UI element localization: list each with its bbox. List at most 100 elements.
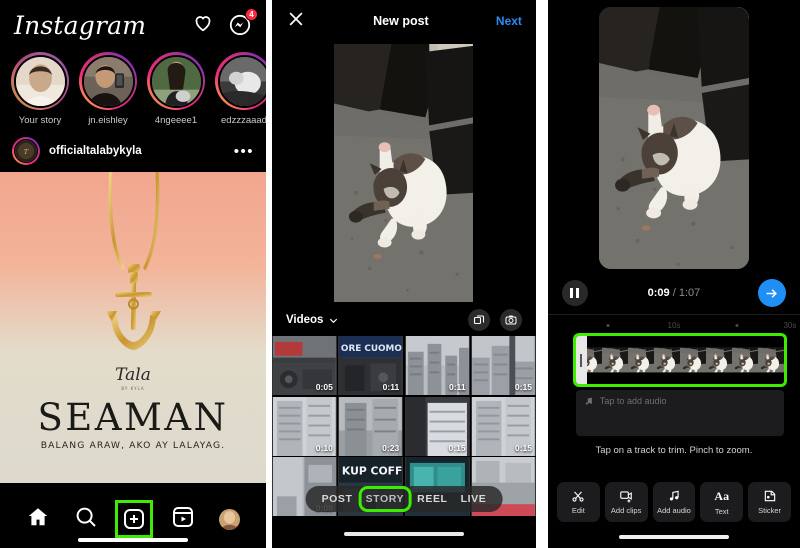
ruler-label-10s: 10s <box>667 321 681 330</box>
story-ring <box>147 52 205 110</box>
post-menu-icon[interactable]: ••• <box>234 144 254 159</box>
tool-add-clips[interactable]: Add clips <box>604 482 648 522</box>
thumbnail-cell[interactable]: 0:05 <box>271 336 337 395</box>
multiselect-icon[interactable] <box>467 309 490 331</box>
new-post-header: New post Next <box>272 0 536 42</box>
post-header: officialtalabykyla ••• <box>0 130 266 172</box>
time-separator: / <box>672 287 676 299</box>
story-item-1[interactable]: jn.eishley <box>78 52 138 126</box>
total-time: 1:07 <box>678 287 701 299</box>
mode-post[interactable]: POST <box>322 493 353 505</box>
story-label: edzzzaaad <box>221 115 266 126</box>
tool-label: Add audio <box>657 506 691 515</box>
tool-add-audio[interactable]: Add audio <box>652 482 696 522</box>
nav-reels-icon[interactable] <box>171 505 195 534</box>
avatar[interactable] <box>12 137 40 165</box>
bottom-navigation <box>0 490 266 548</box>
album-filter[interactable]: Videos <box>286 314 340 326</box>
add-clips-icon <box>620 491 632 503</box>
editor-toolbar: Edit Add clips Add audio Aa Text Sticker <box>548 482 800 522</box>
heart-icon[interactable] <box>192 12 214 39</box>
thumbnail-cell[interactable]: 0:15 <box>404 396 470 456</box>
header-actions: 4 <box>192 8 258 39</box>
duration-label: 0:23 <box>382 442 400 453</box>
sticker-icon <box>764 490 775 502</box>
story-ring <box>79 52 137 110</box>
panel-new-post: New post Next Videos 0:05 0:11 0:11 0:15… <box>271 0 536 548</box>
stories-tray[interactable]: Your story jn.eishley 4ngeeee1 edzzzaaad <box>0 46 266 130</box>
chevron-down-icon <box>330 318 338 323</box>
home-indicator <box>343 532 464 536</box>
story-item-3[interactable]: edzzzaaad <box>214 52 266 126</box>
story-item-2[interactable]: 4ngeeee1 <box>146 52 206 126</box>
tool-edit[interactable]: Edit <box>556 482 600 522</box>
page-title: New post <box>373 14 429 28</box>
panel-instagram-feed: Instagram 4 Your story jn.eishley 4ngeee… <box>0 0 266 548</box>
panel-story-editor: 0:09 / 1:07 10s 30s Tap to add audio Tap… <box>547 0 800 548</box>
close-icon[interactable] <box>286 9 306 34</box>
thumbnail-cell[interactable]: 0:11 <box>404 336 470 395</box>
nav-create-icon[interactable] <box>115 500 154 538</box>
mode-live[interactable]: LIVE <box>461 493 487 505</box>
duration-label: 0:15 <box>448 442 466 453</box>
thumbnail-cell[interactable]: 0:11 <box>338 336 404 395</box>
duration-label: 0:11 <box>449 382 466 392</box>
duration-label: 0:05 <box>315 382 333 392</box>
media-preview[interactable] <box>272 42 536 304</box>
story-ring <box>215 52 266 110</box>
post-image[interactable] <box>0 172 266 483</box>
arrow-right-icon <box>766 288 778 298</box>
tool-label: Edit <box>571 506 585 515</box>
text-aa-icon: Aa <box>714 488 730 503</box>
next-arrow-button[interactable] <box>757 279 786 307</box>
screenshot-stage: Instagram 4 Your story jn.eishley 4ngeee… <box>0 0 800 548</box>
thumbnail-cell[interactable]: 0:23 <box>338 396 404 456</box>
tool-label: Text <box>714 506 729 516</box>
story-label: Your story <box>18 115 62 126</box>
video-preview[interactable] <box>548 0 800 272</box>
mode-story[interactable]: STORY <box>358 486 412 512</box>
story-label: 4ngeeee1 <box>154 115 198 126</box>
audio-placeholder: Tap to add audio <box>599 396 667 406</box>
pause-icon[interactable] <box>561 280 588 306</box>
duration-label: 0:10 <box>315 442 333 453</box>
current-time: 0:09 <box>647 287 670 299</box>
duration-label: 0:15 <box>514 382 532 392</box>
video-clip-track[interactable] <box>572 333 787 387</box>
messages-badge: 4 <box>244 8 258 21</box>
tool-text[interactable]: Aa Text <box>700 482 744 522</box>
instagram-header: Instagram 4 <box>0 0 266 46</box>
tool-label: Sticker <box>758 506 782 515</box>
audio-track[interactable]: Tap to add audio <box>575 390 784 436</box>
tool-label: Add clips <box>610 506 642 515</box>
album-filter-label: Videos <box>285 314 324 326</box>
thumbnail-cell[interactable]: 0:10 <box>271 396 337 456</box>
home-indicator <box>77 538 188 542</box>
scissors-icon <box>572 491 584 502</box>
trim-handle[interactable] <box>575 336 587 384</box>
timeline-hint: Tap on a track to trim. Pinch to zoom. <box>595 445 753 456</box>
messenger-icon[interactable]: 4 <box>228 8 258 37</box>
duration-label: 0:15 <box>514 442 532 453</box>
story-ring <box>11 52 69 110</box>
next-button[interactable]: Next <box>496 14 522 28</box>
timeline-area[interactable]: Tap to add audio Tap on a track to trim.… <box>548 333 800 456</box>
thumbnail-cell[interactable]: 0:15 <box>471 396 536 456</box>
nav-search-icon[interactable] <box>74 505 98 534</box>
nav-home-icon[interactable] <box>26 505 50 534</box>
camera-icon[interactable] <box>499 309 522 331</box>
thumbnail-cell[interactable]: 0:15 <box>471 336 536 395</box>
tool-sticker[interactable]: Sticker <box>748 482 791 522</box>
capture-mode-bar: POST STORY REEL LIVE <box>305 486 503 512</box>
nav-profile-avatar[interactable] <box>219 509 240 530</box>
post-username[interactable]: officialtalabykyla <box>49 145 225 157</box>
timeline-ruler: 10s 30s <box>547 314 800 336</box>
duration-label: 0:11 <box>382 382 400 392</box>
ruler-tick <box>735 324 739 327</box>
gallery-toolbar: Videos <box>272 304 536 336</box>
story-item-your-story[interactable]: Your story <box>10 52 70 126</box>
story-label: jn.eishley <box>88 115 128 126</box>
mode-reel[interactable]: REEL <box>417 493 447 505</box>
playback-controls: 0:09 / 1:07 <box>548 272 800 314</box>
music-note-icon <box>669 490 679 501</box>
